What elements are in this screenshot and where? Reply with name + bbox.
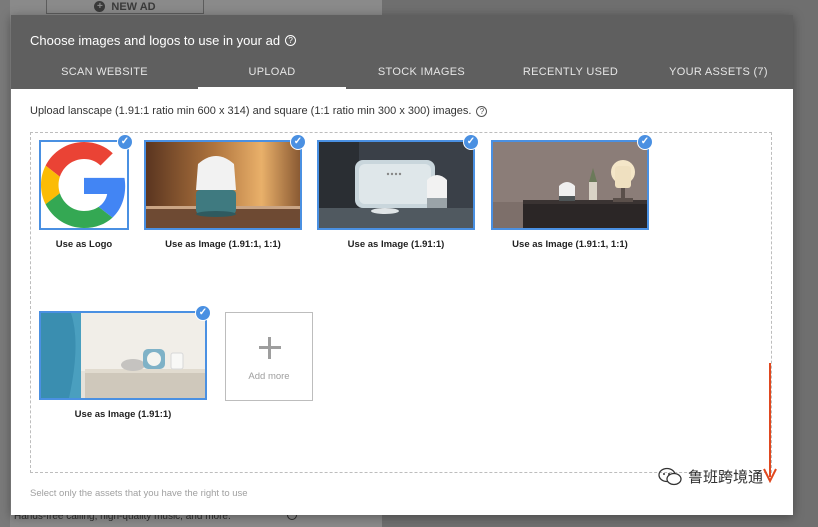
selected-check-icon[interactable]: ✓ bbox=[195, 305, 211, 321]
asset-thumbnail[interactable] bbox=[39, 140, 129, 230]
tab-recently-used[interactable]: RECENTLY USED bbox=[497, 55, 644, 89]
selected-check-icon[interactable]: ✓ bbox=[637, 134, 653, 150]
dialog-title: Choose images and logos to use in your a… bbox=[30, 33, 297, 48]
asset-card-image[interactable]: ✓ Use as Image (1.91:1) bbox=[39, 305, 211, 421]
asset-thumbnail[interactable] bbox=[39, 311, 207, 400]
upload-dropzone[interactable]: ✓ Use as Logo ✓ Use as Image (1.91:1, 1:… bbox=[30, 132, 772, 473]
asset-card-image[interactable]: ✓ Use as Image (1.91:1, 1:1) bbox=[144, 134, 306, 260]
plus-icon: + bbox=[94, 1, 106, 12]
asset-caption[interactable]: Use as Image (1.91:1) bbox=[39, 409, 207, 420]
dialog-title-text: Choose images and logos to use in your a… bbox=[30, 33, 281, 48]
image-picker-dialog: Choose images and logos to use in your a… bbox=[11, 15, 793, 515]
smart-speaker-photo-icon bbox=[146, 142, 300, 228]
google-g-logo-icon bbox=[41, 142, 126, 228]
upload-instructions-text: Upload lanscape (1.91:1 ratio min 600 x … bbox=[30, 105, 472, 117]
smart-display-photo-icon bbox=[319, 142, 473, 228]
asset-thumbnail[interactable] bbox=[317, 140, 475, 230]
selected-check-icon[interactable]: ✓ bbox=[463, 134, 479, 150]
asset-caption[interactable]: Use as Image (1.91:1, 1:1) bbox=[491, 239, 649, 250]
rights-note: Select only the assets that you have the… bbox=[30, 488, 248, 499]
new-ad-label: NEW AD bbox=[111, 0, 156, 13]
upload-instructions: Upload lanscape (1.91:1 ratio min 600 x … bbox=[30, 105, 488, 117]
watermark: 鲁班跨境通 bbox=[658, 466, 763, 487]
tab-upload[interactable]: UPLOAD bbox=[198, 55, 346, 89]
bedside-speaker-photo-icon bbox=[41, 313, 205, 398]
tab-bar: SCAN WEBSITE UPLOAD STOCK IMAGES RECENTL… bbox=[11, 55, 793, 89]
speaker-lamp-photo-icon bbox=[493, 142, 647, 228]
selected-check-icon[interactable]: ✓ bbox=[117, 134, 133, 150]
asset-card-image[interactable]: ✓ Use as Image (1.91:1, 1:1) bbox=[491, 134, 653, 260]
tab-stock-images[interactable]: STOCK IMAGES bbox=[346, 55, 497, 89]
tab-scan-website[interactable]: SCAN WEBSITE bbox=[11, 55, 198, 89]
annotation-arrow-icon bbox=[763, 363, 777, 483]
asset-thumbnail[interactable] bbox=[144, 140, 302, 230]
wechat-icon bbox=[658, 467, 682, 485]
add-more-label: Add more bbox=[248, 371, 290, 382]
help-icon[interactable]: ? bbox=[476, 105, 488, 117]
asset-caption[interactable]: Use as Image (1.91:1, 1:1) bbox=[144, 239, 302, 250]
asset-caption[interactable]: Use as Image (1.91:1) bbox=[317, 239, 475, 250]
asset-caption[interactable]: Use as Logo bbox=[39, 239, 129, 250]
asset-card-image[interactable]: ✓ Use as Image (1.91:1) bbox=[317, 134, 479, 260]
dialog-header: Choose images and logos to use in your a… bbox=[11, 15, 793, 89]
plus-icon bbox=[259, 337, 281, 359]
asset-card-logo[interactable]: ✓ Use as Logo bbox=[39, 134, 133, 260]
asset-thumbnail[interactable] bbox=[491, 140, 649, 230]
watermark-text: 鲁班跨境通 bbox=[688, 469, 764, 486]
new-ad-button[interactable]: + NEW AD bbox=[46, 0, 204, 14]
selected-check-icon[interactable]: ✓ bbox=[290, 134, 306, 150]
add-more-button[interactable]: Add more bbox=[225, 312, 313, 401]
tab-your-assets[interactable]: YOUR ASSETS (7) bbox=[644, 55, 793, 89]
help-icon[interactable]: ? bbox=[285, 35, 297, 46]
